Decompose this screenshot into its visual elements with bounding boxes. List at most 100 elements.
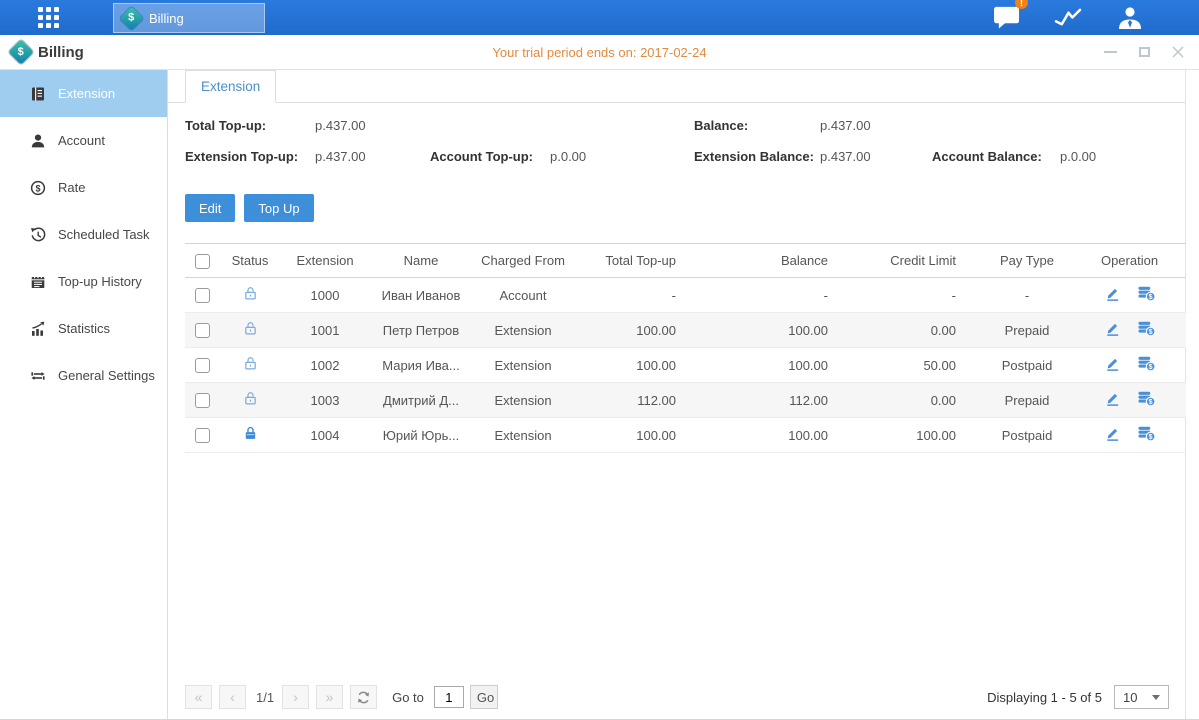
sidebar-item-account[interactable]: Account — [0, 117, 167, 164]
edit-pencil-icon[interactable] — [1104, 320, 1121, 340]
lock-open-icon — [243, 391, 258, 409]
balance-cell: - — [701, 278, 853, 313]
notepad-icon — [30, 273, 47, 290]
total-topup-cell: 100.00 — [573, 418, 701, 453]
total-topup-value: p.437.00 — [315, 118, 366, 133]
select-all-checkbox[interactable] — [195, 254, 210, 269]
account-balance-value: p.0.00 — [1060, 149, 1096, 164]
sidebar-item-rate[interactable]: $Rate — [0, 164, 167, 211]
status-cell — [219, 383, 281, 418]
lock-open-icon — [243, 321, 258, 339]
close-button[interactable] — [1171, 45, 1185, 59]
chevron-down-icon — [1152, 695, 1160, 700]
page-indicator: 1/1 — [256, 690, 274, 705]
column-header-status: Status — [219, 244, 281, 278]
svg-text:$: $ — [1148, 328, 1152, 336]
tab-strip: Extension — [168, 70, 1185, 103]
sidebar-item-extension[interactable]: Extension — [0, 70, 167, 117]
window-controls — [1103, 45, 1185, 59]
user-icon[interactable] — [1115, 6, 1144, 30]
edit-pencil-icon[interactable] — [1104, 285, 1121, 305]
row-select-cell — [185, 418, 219, 453]
sidebar-item-general-settings[interactable]: General Settings — [0, 352, 167, 399]
sidebar: ExtensionAccount$RateScheduled Task Top-u… — [0, 70, 168, 719]
total-topup-label: Total Top-up: — [185, 118, 266, 133]
top-up-button[interactable]: Top Up — [244, 194, 313, 222]
column-header-pay-type: Pay Type — [981, 244, 1073, 278]
charged-from-cell: Extension — [473, 313, 573, 348]
taskbar-tab-billing[interactable]: $ Billing — [113, 3, 265, 33]
coins-topup-icon[interactable]: $ — [1137, 425, 1156, 445]
person-icon — [30, 132, 47, 149]
pagination-bar: « ‹ 1/1 › » Go to Go — [185, 684, 1169, 710]
pay-type-cell: Postpaid — [981, 418, 1073, 453]
bar-chart-icon — [30, 320, 47, 337]
sidebar-item-scheduled-task[interactable]: Scheduled Task — [0, 211, 167, 258]
coins-topup-icon[interactable]: $ — [1137, 320, 1156, 340]
edit-pencil-icon[interactable] — [1104, 425, 1121, 445]
goto-page-input[interactable] — [434, 686, 464, 708]
status-cell — [219, 313, 281, 348]
pay-type-cell: Prepaid — [981, 313, 1073, 348]
dollar-coin-icon: $ — [30, 179, 47, 196]
balance-cell: 100.00 — [701, 418, 853, 453]
billing-app-window: $ Billing ! — [0, 0, 1199, 720]
balance-cell: 112.00 — [701, 383, 853, 418]
maximize-button[interactable] — [1137, 45, 1151, 59]
row-checkbox[interactable] — [195, 288, 210, 303]
column-header-extension: Extension — [281, 244, 369, 278]
charged-from-cell: Extension — [473, 348, 573, 383]
last-page-button[interactable]: » — [316, 685, 343, 709]
coins-topup-icon[interactable]: $ — [1137, 285, 1156, 305]
extension-topup-value: p.437.00 — [315, 149, 366, 164]
column-header-total-top-up: Total Top-up — [573, 244, 701, 278]
edit-pencil-icon[interactable] — [1104, 390, 1121, 410]
coins-topup-icon[interactable]: $ — [1137, 355, 1156, 375]
first-page-button[interactable]: « — [185, 685, 212, 709]
svg-text:$: $ — [1148, 398, 1152, 406]
row-select-cell — [185, 348, 219, 383]
tab-extension[interactable]: Extension — [185, 70, 276, 103]
clock-icon — [30, 226, 47, 243]
status-cell — [219, 418, 281, 453]
total-topup-cell: 100.00 — [573, 313, 701, 348]
go-button[interactable]: Go — [470, 685, 498, 709]
table-header-row: StatusExtensionNameCharged FromTotal Top… — [185, 244, 1186, 278]
coins-topup-icon[interactable]: $ — [1137, 390, 1156, 410]
operation-cell: $ — [1073, 348, 1186, 383]
messages-icon[interactable]: ! — [993, 5, 1022, 30]
extension-cell: 1004 — [281, 418, 369, 453]
sidebar-item-top-up-history[interactable]: Top-up History — [0, 258, 167, 305]
sidebar-item-label: Top-up History — [58, 274, 142, 289]
credit-limit-cell: - — [853, 278, 981, 313]
row-checkbox[interactable] — [195, 358, 210, 373]
sidebar-item-statistics[interactable]: Statistics — [0, 305, 167, 352]
taskbar-tab-label: Billing — [149, 11, 184, 26]
extension-cell: 1000 — [281, 278, 369, 313]
row-checkbox[interactable] — [195, 323, 210, 338]
row-select-cell — [185, 278, 219, 313]
page-size-dropdown[interactable]: 10 — [1114, 685, 1169, 709]
row-checkbox[interactable] — [195, 393, 210, 408]
extension-table: StatusExtensionNameCharged FromTotal Top… — [185, 243, 1186, 453]
action-buttons: Edit Top Up — [185, 194, 1185, 222]
extension-cell: 1002 — [281, 348, 369, 383]
refresh-button[interactable] — [350, 685, 377, 709]
account-topup-label: Account Top-up: — [430, 149, 533, 164]
balance-cell: 100.00 — [701, 313, 853, 348]
table-row: 1001Петр ПетровExtension100.00100.000.00… — [185, 313, 1186, 348]
svg-text:$: $ — [1148, 363, 1152, 371]
column-header-credit-limit: Credit Limit — [853, 244, 981, 278]
next-page-button[interactable]: › — [282, 685, 309, 709]
billing-diamond-icon: $ — [119, 6, 143, 30]
ledger-icon — [30, 85, 47, 102]
minimize-button[interactable] — [1103, 45, 1117, 59]
activity-chart-icon[interactable] — [1054, 6, 1083, 29]
app-grid-icon[interactable] — [38, 7, 59, 28]
edit-button[interactable]: Edit — [185, 194, 235, 222]
notification-badge: ! — [1015, 0, 1028, 9]
edit-pencil-icon[interactable] — [1104, 355, 1121, 375]
extension-table-body: 1000Иван ИвановAccount----$1001Петр Петр… — [185, 278, 1186, 453]
prev-page-button[interactable]: ‹ — [219, 685, 246, 709]
row-checkbox[interactable] — [195, 428, 210, 443]
